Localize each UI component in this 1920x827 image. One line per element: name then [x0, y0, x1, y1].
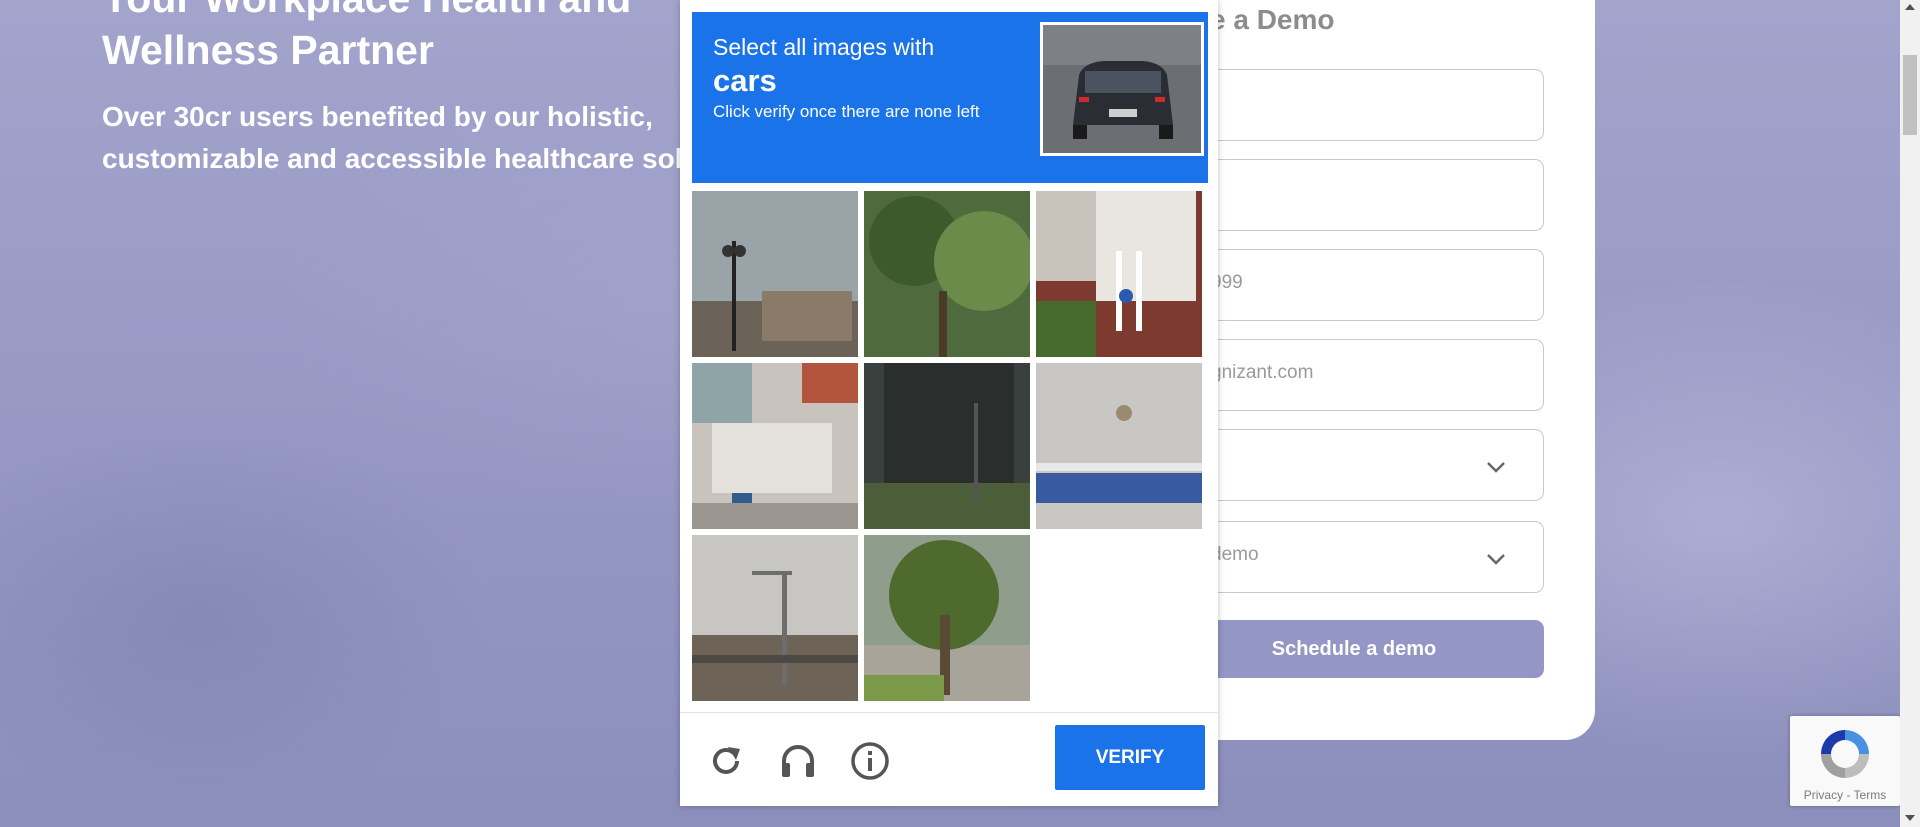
captcha-target: cars	[713, 63, 777, 98]
tile-empty[interactable]	[1036, 535, 1202, 701]
privacy-terms-links[interactable]: Privacy - Terms	[1790, 788, 1900, 802]
tile-storefront[interactable]	[692, 363, 858, 529]
recaptcha-badge[interactable]: Privacy - Terms	[1790, 716, 1900, 806]
hero-subtitle: Over 30cr users benefited by our holisti…	[102, 101, 700, 174]
recaptcha-logo-icon	[1821, 730, 1869, 778]
captcha-hint: Click verify once there are none left	[713, 102, 980, 121]
chevron-down-icon	[1487, 554, 1505, 565]
audio-icon[interactable]	[778, 741, 818, 781]
captcha-sample-image	[1040, 22, 1204, 156]
verify-button[interactable]: VERIFY	[1055, 725, 1205, 790]
captcha-header: Select all images with cars Click verify…	[692, 12, 1208, 183]
email-field-value: gnizant.com	[1211, 362, 1314, 383]
tile-porch-stairs[interactable]	[1036, 191, 1202, 357]
demo-type-value: demo	[1211, 544, 1259, 565]
info-icon[interactable]	[850, 741, 890, 781]
hero-title: Your Workplace Health and Wellness Partn…	[102, 0, 631, 73]
chevron-down-icon	[1487, 462, 1505, 473]
tile-street-lamp[interactable]	[692, 191, 858, 357]
tile-palm-tree[interactable]	[864, 535, 1030, 701]
scroll-up-icon[interactable]	[1905, 4, 1915, 10]
tile-dark-building[interactable]	[864, 363, 1030, 529]
scrollbar-thumb[interactable]	[1903, 55, 1917, 135]
tile-traffic-light-pole[interactable]	[692, 535, 858, 701]
page-scrollbar[interactable]	[1900, 0, 1920, 827]
captcha-footer-divider	[680, 712, 1218, 713]
captcha-instruction: Select all images with	[713, 34, 935, 60]
reload-icon[interactable]	[706, 741, 746, 781]
tile-trees[interactable]	[864, 191, 1030, 357]
captcha-challenge: Select all images with cars Click verify…	[680, 0, 1218, 806]
scroll-down-icon[interactable]	[1905, 815, 1915, 821]
tile-wall-sign[interactable]	[1036, 363, 1202, 529]
form-title: e a Demo	[1210, 4, 1335, 35]
